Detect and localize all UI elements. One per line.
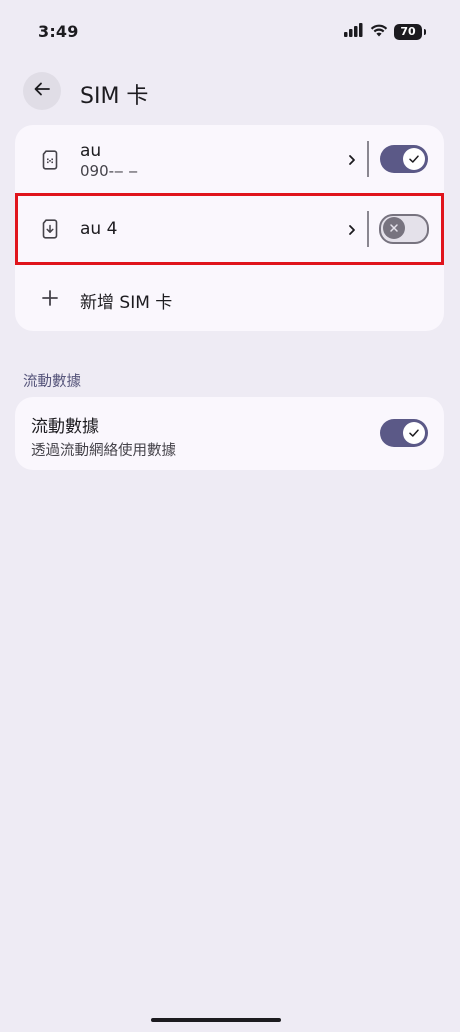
home-indicator[interactable] <box>151 1018 281 1022</box>
signal-icon <box>344 22 364 41</box>
section-header: 流動數據 <box>23 374 81 390</box>
mobile-data-title: 流動數據 <box>31 417 99 437</box>
add-sim-label: 新增 SIM 卡 <box>80 293 173 313</box>
mobile-data-row[interactable]: 流動數據 透過流動網絡使用數據 <box>15 397 444 470</box>
battery-icon: 70 <box>394 23 422 40</box>
check-icon <box>403 422 425 444</box>
mobile-data-subtitle: 透過流動網絡使用數據 <box>31 443 176 459</box>
arrow-left-icon <box>33 80 51 102</box>
status-time: 3:49 <box>38 22 79 41</box>
page-title: SIM 卡 <box>80 84 149 109</box>
plus-icon <box>40 288 60 308</box>
battery-level: 70 <box>400 25 416 38</box>
status-bar: 3:49 70 <box>0 0 460 64</box>
sim-list-card: au 090-‒ ‒ au 4 新增 SIM 卡 <box>15 125 444 331</box>
mobile-data-toggle[interactable] <box>380 419 428 447</box>
add-sim-row[interactable]: 新增 SIM 卡 <box>15 125 444 331</box>
battery-tip <box>424 28 426 35</box>
back-button[interactable] <box>23 72 61 110</box>
wifi-icon <box>370 22 388 41</box>
status-icons: 70 <box>344 22 426 41</box>
